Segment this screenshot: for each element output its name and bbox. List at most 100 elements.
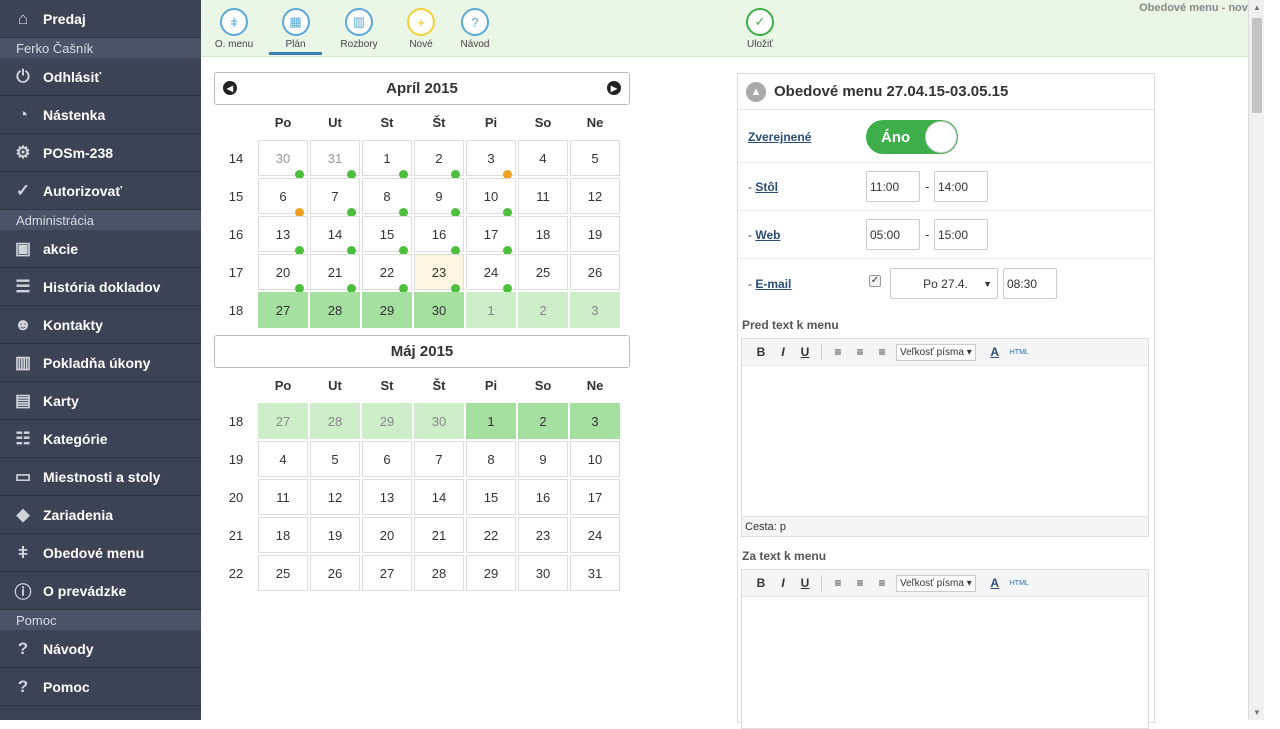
calendar-day[interactable]: 28: [414, 555, 464, 591]
calendar-day[interactable]: 10: [466, 178, 516, 217]
calendar-day[interactable]: 6: [362, 441, 412, 477]
pre-text-area[interactable]: [742, 366, 1148, 516]
nav-item-cards[interactable]: ▤ Karty: [0, 382, 201, 420]
calendar-day[interactable]: 28: [310, 292, 360, 328]
scroll-down-icon[interactable]: ▼: [1253, 708, 1261, 717]
calendar-day[interactable]: 20: [362, 517, 412, 553]
calendar-day[interactable]: 25: [258, 555, 308, 591]
nav-item-akcie[interactable]: ▣ akcie: [0, 230, 201, 268]
calendar-day[interactable]: 24: [570, 517, 620, 553]
calendar-day[interactable]: 3: [466, 140, 516, 179]
calendar-day[interactable]: 8: [466, 441, 516, 477]
calendar-day[interactable]: 19: [310, 517, 360, 553]
font-color-icon[interactable]: A: [984, 576, 1006, 590]
calendar-day[interactable]: 3: [570, 403, 620, 439]
nav-item-predaj[interactable]: ⌂ Predaj: [0, 0, 201, 38]
calendar-day[interactable]: 26: [570, 254, 620, 290]
new-button[interactable]: + Nové: [393, 6, 449, 50]
calendar-day[interactable]: 2: [518, 292, 568, 328]
calendar-day[interactable]: 22: [362, 254, 412, 293]
align-left-icon[interactable]: ≡: [827, 576, 849, 590]
stol-from-input[interactable]: 11:00: [866, 171, 920, 202]
calendar-day[interactable]: 13: [258, 216, 308, 255]
nav-item-contacts[interactable]: ☻ Kontakty: [0, 306, 201, 344]
calendar-day[interactable]: 31: [570, 555, 620, 591]
calendar-day[interactable]: 29: [362, 292, 412, 328]
calendar-day[interactable]: 11: [258, 479, 308, 515]
nav-item-dashboard[interactable]: ◔ Nástenka: [0, 96, 201, 134]
calendar-day[interactable]: 13: [362, 479, 412, 515]
bold-icon[interactable]: B: [750, 345, 772, 359]
calendar-day[interactable]: 3: [570, 292, 620, 328]
nav-item-logout[interactable]: ⏻ Odhlásiť: [0, 58, 201, 96]
calendar-day[interactable]: 24: [466, 254, 516, 293]
html-icon[interactable]: HTML: [1010, 349, 1029, 356]
lunch-menu-button[interactable]: ǂ O. menu: [206, 6, 262, 50]
calendar-day[interactable]: 10: [570, 441, 620, 477]
calendar-day[interactable]: 25: [518, 254, 568, 290]
nav-item-rooms-tables[interactable]: ▭ Miestnosti a stoly: [0, 458, 201, 496]
calendar-day[interactable]: 4: [258, 441, 308, 477]
calendar-day[interactable]: 27: [258, 403, 308, 439]
calendar-day[interactable]: 30: [414, 292, 464, 328]
calendar-day[interactable]: 19: [570, 216, 620, 252]
html-icon[interactable]: HTML: [1010, 580, 1029, 587]
prev-month-icon[interactable]: ◀: [223, 81, 237, 95]
calendar-day[interactable]: 14: [414, 479, 464, 515]
align-center-icon[interactable]: ≡: [849, 576, 871, 590]
calendar-day[interactable]: 12: [570, 178, 620, 214]
calendar-day[interactable]: 22: [466, 517, 516, 553]
nav-item-guides[interactable]: ? Návody: [0, 630, 201, 668]
nav-item-lunch-menu[interactable]: ǂ Obedové menu: [0, 534, 201, 572]
calendar-day[interactable]: 29: [466, 555, 516, 591]
nav-item-posm[interactable]: ⚙ POSm-238: [0, 134, 201, 172]
calendar-day[interactable]: 28: [310, 403, 360, 439]
nav-item-help[interactable]: ? Pomoc: [0, 668, 201, 706]
calendar-day[interactable]: 2: [518, 403, 568, 439]
font-size-select[interactable]: Veľkosť písma ▾: [896, 343, 976, 361]
nav-item-history[interactable]: ☰ História dokladov: [0, 268, 201, 306]
italic-icon[interactable]: I: [772, 345, 794, 359]
calendar-day[interactable]: 6: [258, 178, 308, 217]
calendar-day[interactable]: 15: [466, 479, 516, 515]
stol-to-input[interactable]: 14:00: [934, 171, 988, 202]
calendar-day[interactable]: 23: [414, 254, 464, 293]
analysis-button[interactable]: ▥ Rozbory: [331, 6, 387, 50]
align-center-icon[interactable]: ≡: [849, 345, 871, 359]
underline-icon[interactable]: U: [794, 576, 816, 590]
calendar-day[interactable]: 17: [466, 216, 516, 255]
calendar-day[interactable]: 17: [570, 479, 620, 515]
calendar-day[interactable]: 1: [466, 403, 516, 439]
web-to-input[interactable]: 15:00: [934, 219, 988, 250]
font-size-select[interactable]: Veľkosť písma ▾: [896, 574, 976, 592]
calendar-day[interactable]: 11: [518, 178, 568, 214]
calendar-day[interactable]: 31: [310, 140, 360, 179]
align-right-icon[interactable]: ≡: [871, 576, 893, 590]
underline-icon[interactable]: U: [794, 345, 816, 359]
calendar-day[interactable]: 29: [362, 403, 412, 439]
calendar-day[interactable]: 4: [518, 140, 568, 176]
plan-button[interactable]: ▦ Plán: [269, 6, 322, 55]
collapse-icon[interactable]: ▲: [746, 81, 766, 102]
calendar-day[interactable]: 14: [310, 216, 360, 255]
calendar-day[interactable]: 1: [466, 292, 516, 328]
email-day-select[interactable]: Po 27.4. ▼: [890, 268, 998, 299]
calendar-day[interactable]: 23: [518, 517, 568, 553]
align-right-icon[interactable]: ≡: [871, 345, 893, 359]
calendar-day[interactable]: 21: [414, 517, 464, 553]
calendar-day[interactable]: 27: [258, 292, 308, 328]
email-checkbox[interactable]: ✓: [869, 275, 881, 287]
calendar-day[interactable]: 16: [518, 479, 568, 515]
align-left-icon[interactable]: ≡: [827, 345, 849, 359]
calendar-day[interactable]: 30: [518, 555, 568, 591]
bold-icon[interactable]: B: [750, 576, 772, 590]
nav-item-devices[interactable]: ◆ Zariadenia: [0, 496, 201, 534]
nav-item-about-venue[interactable]: ⓘ O prevádzke: [0, 572, 201, 610]
nav-item-categories[interactable]: ☷ Kategórie: [0, 420, 201, 458]
calendar-day[interactable]: 7: [414, 441, 464, 477]
save-button[interactable]: ✓ Uložiť: [732, 6, 788, 50]
email-time-input[interactable]: 08:30: [1003, 268, 1057, 299]
calendar-day[interactable]: 18: [258, 517, 308, 553]
page-scrollbar[interactable]: ▲ ▼: [1248, 0, 1264, 720]
font-color-icon[interactable]: A: [984, 345, 1006, 359]
